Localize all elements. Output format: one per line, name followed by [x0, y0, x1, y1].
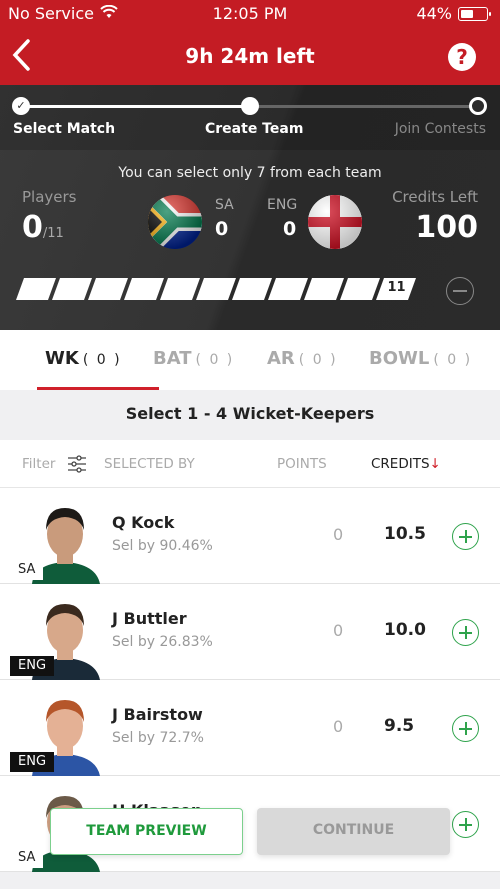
tab-bat[interactable]: BAT( 0 ) — [153, 330, 267, 390]
add-player-button[interactable] — [452, 619, 479, 646]
sort-credits[interactable]: CREDITS↓ — [371, 456, 441, 472]
battery-icon — [458, 6, 491, 21]
player-credits: 10.5 — [384, 524, 426, 544]
progress-segment — [15, 278, 57, 300]
filter-button[interactable]: Filter — [22, 456, 55, 472]
sort-points[interactable]: POINTS — [277, 456, 327, 472]
time-left-title: 9h 24m left — [185, 44, 315, 68]
player-credits: 9.5 — [384, 716, 415, 736]
progress-segment — [51, 278, 93, 300]
tab-ar[interactable]: AR( 0 ) — [267, 330, 369, 390]
player-row[interactable]: ENG J Bairstow Sel by 72.7% 0 9.5 — [0, 680, 500, 776]
step-pending-dot — [469, 97, 487, 115]
role-tabs: WK( 0 ) BAT( 0 ) AR( 0 ) BOWL( 0 ) — [0, 330, 500, 390]
tab-bowl[interactable]: BOWL( 0 ) — [369, 330, 489, 390]
filter-sliders-icon[interactable] — [67, 455, 87, 473]
progress-segment — [123, 278, 165, 300]
step-current-dot — [241, 97, 259, 115]
progress-segment — [195, 278, 237, 300]
help-button[interactable]: ? — [448, 43, 476, 71]
progress-segment — [303, 278, 345, 300]
player-selected-by: Sel by 72.7% — [112, 730, 204, 746]
app-header: 9h 24m left ? — [0, 30, 500, 85]
player-name: J Bairstow — [112, 705, 203, 724]
team1-code: SA — [215, 197, 234, 213]
progress-segment — [339, 278, 381, 300]
progress-segment — [267, 278, 309, 300]
player-row[interactable]: SA Q Kock Sel by 90.46% 0 10.5 — [0, 488, 500, 584]
player-team-tag: SA — [10, 560, 44, 580]
progress-segment — [159, 278, 201, 300]
battery-percent: 44% — [416, 4, 452, 23]
players-count: Players 0/11 — [22, 188, 77, 245]
player-name: Q Kock — [112, 513, 175, 532]
players-label: Players — [22, 188, 77, 206]
selection-rule-subtitle: Select 1 - 4 Wicket-Keepers — [0, 390, 500, 440]
remove-player-button[interactable] — [446, 277, 474, 305]
credits-left: Credits Left 100 — [392, 188, 478, 245]
sort-selected-by[interactable]: SELECTED BY — [104, 456, 195, 472]
sort-desc-arrow-icon: ↓ — [429, 456, 441, 472]
credits-label: Credits Left — [392, 188, 478, 206]
continue-button[interactable]: CONTINUE — [257, 808, 450, 855]
team2-code: ENG — [267, 197, 298, 213]
england-flag-icon — [308, 195, 362, 249]
player-points: 0 — [333, 525, 344, 544]
team-preview-button[interactable]: TEAM PREVIEW — [50, 808, 243, 855]
progress-stepper: ✓ Select Match Create Team Join Contests — [0, 85, 500, 150]
team-limit-notice: You can select only 7 from each team — [118, 165, 382, 181]
players-selected: 0 — [22, 210, 43, 245]
player-credits: 10.0 — [384, 620, 426, 640]
player-name: J Buttler — [112, 609, 187, 628]
step-create-team: Create Team — [205, 121, 304, 137]
help-icon: ? — [456, 45, 468, 69]
progress-segment: 11 — [375, 278, 417, 300]
column-header: Filter SELECTED BY POINTS CREDITS↓ — [0, 440, 500, 488]
tab-wk[interactable]: WK( 0 ) — [37, 330, 159, 390]
progress-total-label: 11 — [387, 280, 406, 295]
step-join-contests: Join Contests — [394, 121, 486, 137]
add-player-button[interactable] — [452, 715, 479, 742]
progress-segment — [87, 278, 129, 300]
player-selected-by: Sel by 26.83% — [112, 634, 213, 650]
south-africa-flag-icon — [148, 195, 202, 249]
player-team-tag: ENG — [10, 752, 55, 772]
progress-segment — [231, 278, 273, 300]
players-total: /11 — [42, 226, 64, 241]
step-done-check-icon: ✓ — [12, 97, 30, 115]
step-select-match[interactable]: Select Match — [13, 121, 115, 137]
player-row[interactable]: ENG J Buttler Sel by 26.83% 0 10.0 — [0, 584, 500, 680]
team1-count: 0 — [215, 218, 229, 240]
player-points: 0 — [333, 621, 344, 640]
player-points: 0 — [333, 717, 344, 736]
credits-value: 100 — [415, 210, 478, 245]
bottom-action-bar: TEAM PREVIEW CONTINUE — [0, 808, 500, 856]
player-team-tag: ENG — [10, 656, 55, 676]
selection-progress-bar: 11 — [15, 278, 417, 300]
status-bar: No Service 12:05 PM 44% — [0, 0, 500, 30]
player-selected-by: Sel by 90.46% — [112, 538, 213, 554]
footer-strip — [0, 872, 500, 889]
team2-count: 0 — [283, 218, 297, 240]
add-player-button[interactable] — [452, 523, 479, 550]
